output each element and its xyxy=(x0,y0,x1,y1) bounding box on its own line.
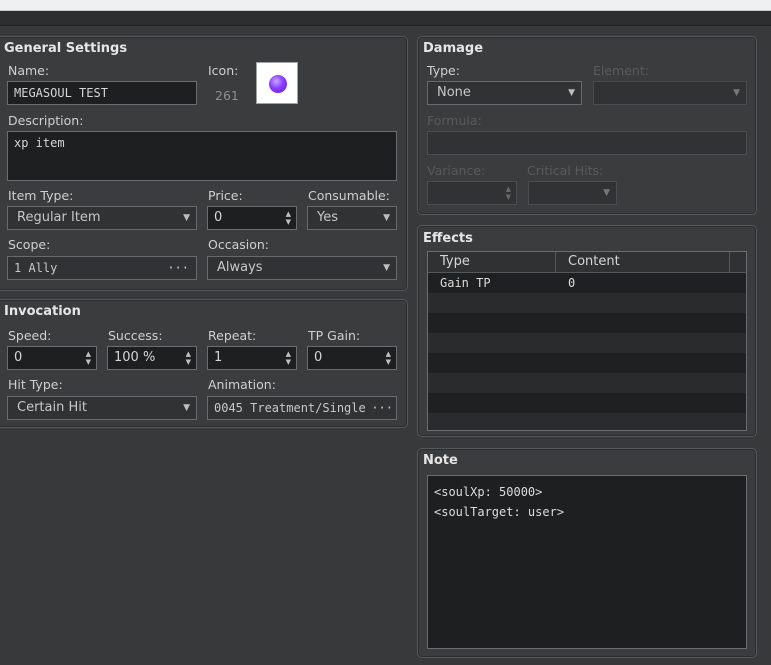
success-stepper[interactable]: 100 % ▲ ▼ xyxy=(107,346,197,370)
tp-gain-stepper[interactable]: 0 ▲ ▼ xyxy=(307,346,397,370)
hit-type-dropdown[interactable]: Certain Hit ▼ xyxy=(7,396,197,420)
spin-arrows-icon: ▲ ▼ xyxy=(385,350,391,366)
speed-value: 0 xyxy=(14,350,23,365)
effect-type-cell: Gain TP xyxy=(440,276,491,290)
chevron-down-icon: ▼ xyxy=(568,88,575,98)
item-type-value: Regular Item xyxy=(17,210,101,225)
icon-picker[interactable] xyxy=(256,62,298,104)
effects-table-header: Type Content xyxy=(428,252,746,273)
ellipsis-icon: ··· xyxy=(371,401,393,415)
note-line: <soulXp: 50000> xyxy=(434,485,543,499)
effects-column-content[interactable]: Content xyxy=(556,252,730,272)
table-row[interactable] xyxy=(428,313,746,333)
animation-selector[interactable]: 0045 Treatment/Single 2 ··· xyxy=(207,396,397,420)
chevron-down-icon: ▼ xyxy=(383,263,390,273)
note-panel: Note <soulXp: 50000> <soulTarget: user> xyxy=(417,448,757,658)
tp-gain-label: TP Gain: xyxy=(308,328,361,343)
consumable-label: Consumable: xyxy=(308,188,390,203)
success-label: Success: xyxy=(108,328,163,343)
repeat-stepper[interactable]: 1 ▲ ▼ xyxy=(207,346,297,370)
item-type-dropdown[interactable]: Regular Item ▼ xyxy=(7,206,197,230)
speed-label: Speed: xyxy=(8,328,52,343)
spin-arrows-icon: ▲ ▼ xyxy=(285,350,291,366)
effects-column-type[interactable]: Type xyxy=(428,252,556,272)
icon-label: Icon: xyxy=(208,63,239,78)
icon-index: 261 xyxy=(215,88,239,103)
spin-arrows-icon: ▲ ▼ xyxy=(185,350,191,366)
variance-stepper[interactable]: ▲ ▼ xyxy=(427,181,517,205)
occasion-dropdown[interactable]: Always ▼ xyxy=(207,256,397,280)
table-row[interactable] xyxy=(428,333,746,353)
element-label: Element: xyxy=(593,63,649,78)
spin-arrows-icon: ▲ ▼ xyxy=(285,210,291,226)
general-settings-title: General Settings xyxy=(4,41,128,56)
spin-arrows-icon: ▲ ▼ xyxy=(505,185,511,201)
effect-content-cell: 0 xyxy=(568,276,576,290)
critical-hits-dropdown[interactable]: ▼ xyxy=(528,181,617,205)
price-stepper[interactable]: 0 ▲ ▼ xyxy=(207,206,297,230)
general-settings-panel: General Settings Name: MEGASOUL TEST Ico… xyxy=(0,36,408,291)
damage-type-label: Type: xyxy=(427,63,460,78)
damage-title: Damage xyxy=(423,41,484,56)
table-row[interactable] xyxy=(428,413,746,430)
variance-label: Variance: xyxy=(427,163,486,178)
table-row[interactable]: Gain TP 0 xyxy=(428,273,746,293)
ellipsis-icon: ··· xyxy=(167,261,189,275)
name-label: Name: xyxy=(8,63,50,78)
note-textarea[interactable]: <soulXp: 50000> <soulTarget: user> xyxy=(427,475,747,649)
occasion-value: Always xyxy=(217,260,263,275)
animation-value: 0045 Treatment/Single 2 xyxy=(214,401,374,415)
effects-panel: Effects Type Content Gain TP 0 xyxy=(417,225,757,437)
hit-type-label: Hit Type: xyxy=(8,377,63,392)
description-field[interactable]: xp item xyxy=(7,131,397,181)
tp-gain-value: 0 xyxy=(314,350,323,365)
note-title: Note xyxy=(423,453,458,468)
element-dropdown[interactable]: ▼ xyxy=(593,81,747,105)
chevron-down-icon: ▼ xyxy=(183,403,190,413)
description-label: Description: xyxy=(8,113,84,128)
chevron-down-icon: ▼ xyxy=(383,213,390,223)
success-value: 100 % xyxy=(114,350,156,365)
chevron-down-icon: ▼ xyxy=(733,88,740,98)
damage-type-value: None xyxy=(437,85,471,100)
scope-value: 1 Ally xyxy=(14,261,58,275)
formula-label: Formula: xyxy=(427,113,482,128)
occasion-label: Occasion: xyxy=(208,237,270,252)
formula-field[interactable] xyxy=(427,131,747,155)
item-type-label: Item Type: xyxy=(8,188,74,203)
hit-type-value: Certain Hit xyxy=(17,400,87,415)
table-row[interactable] xyxy=(428,353,746,373)
table-row[interactable] xyxy=(428,373,746,393)
speed-stepper[interactable]: 0 ▲ ▼ xyxy=(7,346,97,370)
invocation-title: Invocation xyxy=(4,304,81,319)
table-row[interactable] xyxy=(428,393,746,413)
orb-icon xyxy=(269,75,287,93)
name-field[interactable]: MEGASOUL TEST xyxy=(7,81,197,105)
price-label: Price: xyxy=(208,188,243,203)
scope-label: Scope: xyxy=(8,237,51,252)
damage-panel: Damage Type: None ▼ Element: ▼ Formula: … xyxy=(417,36,757,215)
scope-selector[interactable]: 1 Ally ··· xyxy=(7,256,197,280)
effects-table[interactable]: Type Content Gain TP 0 xyxy=(427,251,747,431)
note-line: <soulTarget: user> xyxy=(434,505,565,519)
chevron-down-icon: ▼ xyxy=(183,213,190,223)
animation-label: Animation: xyxy=(208,377,276,392)
chevron-down-icon: ▼ xyxy=(603,188,610,198)
damage-type-dropdown[interactable]: None ▼ xyxy=(427,81,582,105)
repeat-value: 1 xyxy=(214,350,223,365)
effects-title: Effects xyxy=(423,231,473,246)
invocation-panel: Invocation Speed: 0 ▲ ▼ Success: 100 % ▲ ▼… xyxy=(0,299,408,428)
window-top-strip xyxy=(0,0,771,11)
price-value: 0 xyxy=(214,210,223,225)
critical-hits-label: Critical Hits: xyxy=(527,163,604,178)
consumable-dropdown[interactable]: Yes ▼ xyxy=(307,206,397,230)
table-row[interactable] xyxy=(428,293,746,313)
spin-arrows-icon: ▲ ▼ xyxy=(85,350,91,366)
consumable-value: Yes xyxy=(317,210,338,225)
repeat-label: Repeat: xyxy=(208,328,257,343)
